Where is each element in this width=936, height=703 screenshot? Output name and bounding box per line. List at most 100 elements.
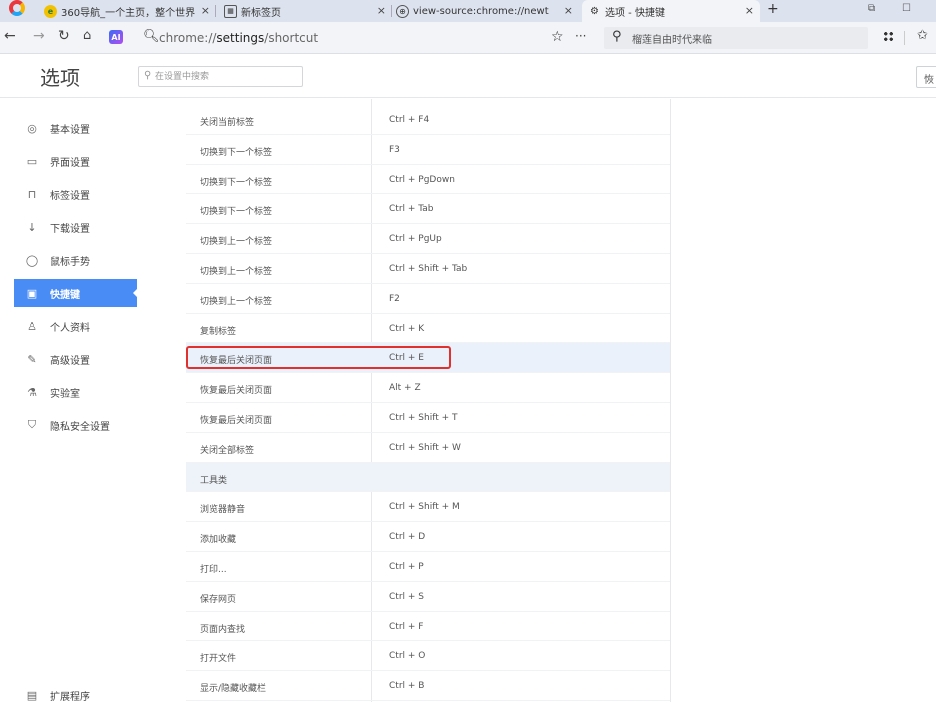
- shortcut-row[interactable]: 关闭全部标签 Ctrl + Shift + W: [186, 433, 670, 463]
- shortcut-keys[interactable]: Ctrl + Shift + W: [389, 443, 461, 453]
- shortcut-row[interactable]: 关闭当前标签 Ctrl + F4: [186, 105, 670, 135]
- shortcut-action: 打开文件: [200, 654, 237, 665]
- sidebar-item-label: 高级设置: [50, 355, 90, 367]
- shortcut-action: 添加收藏: [200, 535, 237, 546]
- restore-defaults-button[interactable]: 恢: [916, 66, 936, 88]
- settings-search-box[interactable]: ⚲: [138, 66, 303, 87]
- newtab-icon: ▦: [224, 4, 237, 18]
- shortcut-keys[interactable]: Ctrl + P: [389, 562, 424, 572]
- shortcut-action: 打印...: [200, 564, 227, 575]
- forward-arrow-icon[interactable]: →: [33, 28, 45, 44]
- shortcut-row[interactable]: 显示/隐藏收藏栏 Ctrl + B: [186, 671, 670, 701]
- sidebar-item-advanced[interactable]: ✎ 高级设置: [24, 345, 134, 373]
- shortcut-keys[interactable]: Ctrl + Tab: [389, 204, 434, 214]
- shortcut-keys[interactable]: Ctrl + E: [389, 353, 424, 363]
- shortcut-keys[interactable]: Ctrl + F: [389, 622, 423, 632]
- reload-icon[interactable]: ↻: [58, 28, 70, 44]
- extension-icon: ▤: [26, 689, 38, 702]
- tab-new-tab[interactable]: ▦ 新标签页 ×: [224, 0, 392, 22]
- address-bar[interactable]: 🔍︎ chrome://settings/shortcut: [140, 27, 585, 49]
- shortcut-keys[interactable]: Ctrl + B: [389, 681, 424, 691]
- close-tab-icon[interactable]: ×: [201, 4, 210, 17]
- globe-icon: ⊕: [396, 4, 409, 18]
- new-tab-button[interactable]: +: [767, 1, 779, 17]
- sidebar-item-mouse-gestures[interactable]: ◯ 鼠标手势: [24, 246, 134, 274]
- shortcut-row[interactable]: 切换到上一个标签 Ctrl + PgUp: [186, 224, 670, 254]
- search-icon: 🔍︎: [143, 29, 160, 44]
- sidebar-item-shortcuts[interactable]: ▣ 快捷键: [14, 279, 138, 307]
- toolbar-search-box[interactable]: ⚲ 榴莲自由时代来临: [604, 27, 868, 49]
- sidebar-item-label: 标签设置: [50, 190, 90, 202]
- shortcut-keys[interactable]: Alt + Z: [389, 383, 421, 393]
- shortcut-row[interactable]: 切换到下一个标签 F3: [186, 135, 670, 165]
- sidebar-item-basic[interactable]: ◎ 基本设置: [24, 114, 134, 142]
- tab-strip: e 360导航_一个主页，整个世界 × ▦ 新标签页 × ⊕ view-sour…: [0, 0, 936, 22]
- ai-assistant-icon[interactable]: AI: [109, 30, 123, 44]
- more-options-icon[interactable]: ···: [575, 29, 586, 43]
- shortcut-row[interactable]: 打印... Ctrl + P: [186, 552, 670, 582]
- settings-search-input[interactable]: [155, 69, 299, 84]
- shortcut-row[interactable]: 复制标签 Ctrl + K: [186, 314, 670, 344]
- shortcut-row[interactable]: 切换到上一个标签 Ctrl + Shift + Tab: [186, 254, 670, 284]
- shortcut-row[interactable]: 打开文件 Ctrl + O: [186, 641, 670, 672]
- favorites-icon[interactable]: ✩: [917, 28, 928, 43]
- back-arrow-icon[interactable]: ←: [4, 28, 16, 44]
- shortcut-keys[interactable]: Ctrl + PgUp: [389, 234, 442, 244]
- shortcut-row[interactable]: 切换到下一个标签 Ctrl + PgDown: [186, 165, 670, 195]
- close-tab-icon[interactable]: ×: [377, 4, 386, 17]
- shortcut-action: 切换到下一个标签: [200, 207, 273, 218]
- home-icon[interactable]: ⌂: [83, 28, 91, 43]
- shortcut-row[interactable]: 保存网页 Ctrl + S: [186, 582, 670, 612]
- shortcut-keys[interactable]: Ctrl + S: [389, 592, 424, 602]
- table-border: [670, 99, 671, 702]
- shortcut-keys[interactable]: Ctrl + F4: [389, 115, 429, 125]
- bookmark-star-icon[interactable]: ☆: [551, 29, 564, 45]
- shortcut-row[interactable]: 切换到上一个标签 F2: [186, 284, 670, 314]
- sidebar-item-label: 快捷键: [50, 289, 80, 301]
- sidebar-item-lab[interactable]: ⚗ 实验室: [24, 378, 134, 406]
- shortcut-action: 切换到下一个标签: [200, 177, 273, 188]
- tab-360-nav[interactable]: e 360导航_一个主页，整个世界 ×: [44, 0, 216, 22]
- shortcut-row[interactable]: 恢复最后关闭页面 Ctrl + E: [186, 343, 670, 374]
- tab-icon: ⊓: [27, 187, 37, 201]
- sidebar-item-profile[interactable]: ♙ 个人资料: [24, 312, 134, 340]
- shortcut-keys[interactable]: Ctrl + Shift + T: [389, 413, 458, 423]
- shortcut-row[interactable]: 切换到下一个标签 Ctrl + Tab: [186, 194, 670, 225]
- url-text[interactable]: chrome://settings/shortcut: [159, 31, 318, 45]
- browser-logo-icon[interactable]: [9, 0, 25, 16]
- shortcut-keys[interactable]: Ctrl + Shift + M: [389, 502, 460, 512]
- restore-window-icon[interactable]: ⧉: [868, 3, 875, 14]
- tab-separator: [391, 5, 392, 17]
- shortcut-keys[interactable]: Ctrl + D: [389, 532, 425, 542]
- shortcut-action: 恢复最后关闭页面: [200, 356, 273, 367]
- gear-icon: ⚙: [590, 5, 599, 17]
- close-tab-icon[interactable]: ×: [745, 4, 754, 17]
- shortcut-keys[interactable]: F2: [389, 294, 400, 304]
- shortcut-row[interactable]: 添加收藏 Ctrl + D: [186, 522, 670, 552]
- shortcut-row[interactable]: 浏览器静音 Ctrl + Shift + M: [186, 492, 670, 523]
- shortcut-row[interactable]: 恢复最后关闭页面 Ctrl + Shift + T: [186, 403, 670, 433]
- sidebar-item-interface[interactable]: ▭ 界面设置: [24, 147, 134, 175]
- apps-grid-icon[interactable]: [883, 31, 894, 42]
- sidebar-item-privacy[interactable]: ⛉ 隐私安全设置: [24, 411, 134, 439]
- maximize-window-icon[interactable]: ☐: [902, 3, 911, 14]
- shortcut-keys[interactable]: Ctrl + Shift + Tab: [389, 264, 467, 274]
- shortcut-keys[interactable]: Ctrl + O: [389, 651, 425, 661]
- section-header-row: 工具类: [186, 462, 670, 493]
- tab-settings-shortcut[interactable]: ⚙ 选项 - 快捷键 ×: [582, 0, 760, 22]
- shield-icon: ⛉: [27, 418, 37, 431]
- shortcut-action: 保存网页: [200, 594, 237, 605]
- tab-view-source[interactable]: ⊕ view-source:chrome://newt ×: [396, 0, 579, 22]
- shortcut-row[interactable]: 恢复最后关闭页面 Alt + Z: [186, 373, 670, 403]
- sidebar-item-download[interactable]: ↓ 下载设置: [24, 213, 134, 241]
- shortcut-keys[interactable]: Ctrl + K: [389, 324, 424, 334]
- window-icon: ▭: [26, 154, 38, 168]
- mouse-icon: ◯: [25, 253, 39, 267]
- sidebar-item-extensions[interactable]: ▤ 扩展程序: [24, 688, 90, 703]
- wrench-icon: ✎: [27, 352, 37, 366]
- close-tab-icon[interactable]: ×: [564, 4, 573, 17]
- shortcut-keys[interactable]: Ctrl + PgDown: [389, 175, 455, 185]
- shortcut-keys[interactable]: F3: [389, 145, 400, 155]
- sidebar-item-tabs[interactable]: ⊓ 标签设置: [24, 180, 134, 208]
- shortcut-row[interactable]: 页面内查找 Ctrl + F: [186, 612, 670, 642]
